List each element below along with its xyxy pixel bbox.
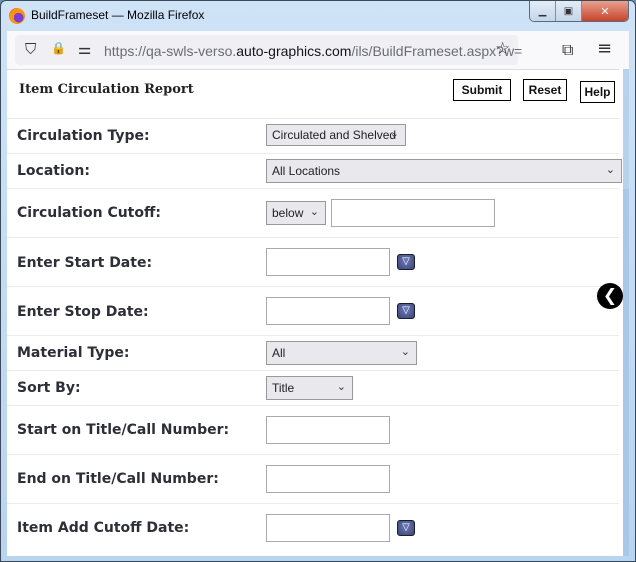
cutoff-operator-value: below (272, 206, 304, 220)
scrollbar-thumb[interactable] (623, 189, 629, 556)
row-item-add-cutoff: Item Add Cutoff Date: ▽ (7, 504, 619, 556)
start-date-input[interactable] (266, 248, 390, 276)
reset-button[interactable]: Reset (523, 79, 567, 101)
circulation-type-label: Circulation Type: (17, 128, 150, 144)
location-select[interactable]: All Locations ⌄ (266, 159, 622, 183)
chevron-down-icon: ⌄ (389, 128, 399, 140)
sort-by-value: Title (272, 381, 295, 395)
nav-toolbar: ⛉ 🔒 ⚌ https://qa-swls-verso.auto-graphic… (7, 31, 629, 69)
row-start-date: Enter Start Date: ▽ (7, 238, 619, 287)
end-title-label: End on Title/Call Number: (17, 471, 219, 487)
page-title: Item Circulation Report (19, 82, 194, 97)
row-circulation-type: Circulation Type: Circulated and Shelved… (7, 119, 619, 154)
chevron-down-icon: ⌄ (400, 346, 410, 358)
start-title-label: Start on Title/Call Number: (17, 422, 230, 438)
window-title: BuildFrameset — Mozilla Firefox (31, 8, 205, 22)
menu-icon[interactable]: ≡ (597, 40, 612, 58)
row-location: Location: All Locations ⌄ (7, 154, 622, 189)
url-host: auto-graphics.com (236, 43, 352, 59)
start-date-calendar-icon[interactable]: ▽ (397, 254, 415, 270)
end-title-input[interactable] (266, 465, 390, 493)
circulation-type-value: Circulated and Shelved (272, 128, 397, 142)
row-end-title: End on Title/Call Number: (7, 455, 619, 504)
minimize-button[interactable]: ▁ (530, 1, 556, 21)
row-start-title: Start on Title/Call Number: (7, 406, 619, 455)
maximize-button[interactable]: ▣ (556, 1, 582, 21)
start-date-label: Enter Start Date: (17, 255, 153, 271)
circulation-cutoff-label: Circulation Cutoff: (17, 205, 161, 221)
row-material-type: Material Type: All ⌄ (7, 336, 619, 371)
row-sort-by: Sort By: Title ⌄ (7, 371, 619, 406)
location-label: Location: (17, 163, 90, 179)
circulation-type-select[interactable]: Circulated and Shelved ⌄ (266, 124, 406, 146)
chevron-down-icon: ⌄ (336, 381, 346, 393)
browser-window: BuildFrameset — Mozilla Firefox ▁ ▣ ✕ ⛉ … (0, 0, 636, 562)
collapse-back-button[interactable]: ❮ (597, 283, 623, 309)
item-add-cutoff-label: Item Add Cutoff Date: (17, 520, 190, 536)
cutoff-operator-select[interactable]: below ⌄ (266, 201, 326, 225)
permissions-icon[interactable]: ⚌ (78, 42, 91, 57)
chevron-down-icon: ⌄ (309, 206, 319, 218)
sort-by-select[interactable]: Title ⌄ (266, 376, 353, 400)
material-type-value: All (272, 346, 286, 360)
submit-button[interactable]: Submit (453, 79, 511, 101)
sort-by-label: Sort By: (17, 380, 81, 396)
window-controls: ▁ ▣ ✕ (529, 1, 629, 22)
row-circulation-cutoff: Circulation Cutoff: below ⌄ (7, 189, 619, 238)
help-button[interactable]: Help (580, 81, 615, 103)
title-bar: BuildFrameset — Mozilla Firefox ▁ ▣ ✕ (1, 1, 635, 31)
url-text[interactable]: https://qa-swls-verso.auto-graphics.com/… (104, 43, 522, 59)
item-add-cutoff-input[interactable] (266, 514, 390, 542)
chevron-down-icon: ⌄ (605, 164, 615, 176)
page-content: Item Circulation Report Submit Reset Hel… (7, 69, 629, 556)
material-type-select[interactable]: All ⌄ (266, 341, 417, 365)
bookmark-star-icon[interactable]: ☆ (495, 41, 510, 58)
extensions-icon[interactable]: ⧉ (562, 42, 573, 58)
shield-icon[interactable]: ⛉ (25, 42, 36, 57)
circulation-cutoff-input[interactable] (331, 199, 495, 227)
item-add-cutoff-calendar-icon[interactable]: ▽ (397, 520, 415, 536)
start-title-input[interactable] (266, 416, 390, 444)
row-stop-date: Enter Stop Date: ▽ (7, 287, 619, 336)
stop-date-calendar-icon[interactable]: ▽ (397, 303, 415, 319)
url-bar[interactable]: ⛉ 🔒 ⚌ https://qa-swls-verso.auto-graphic… (15, 35, 522, 65)
close-button[interactable]: ✕ (582, 1, 628, 21)
url-prefix: https://qa-swls-verso. (104, 43, 237, 59)
scrollbar[interactable] (623, 69, 629, 556)
stop-date-label: Enter Stop Date: (17, 304, 149, 320)
report-header: Item Circulation Report Submit Reset Hel… (7, 69, 619, 119)
stop-date-input[interactable] (266, 297, 390, 325)
firefox-logo-icon (9, 8, 25, 24)
lock-icon[interactable]: 🔒 (51, 42, 66, 54)
material-type-label: Material Type: (17, 345, 130, 361)
location-value: All Locations (272, 164, 341, 178)
